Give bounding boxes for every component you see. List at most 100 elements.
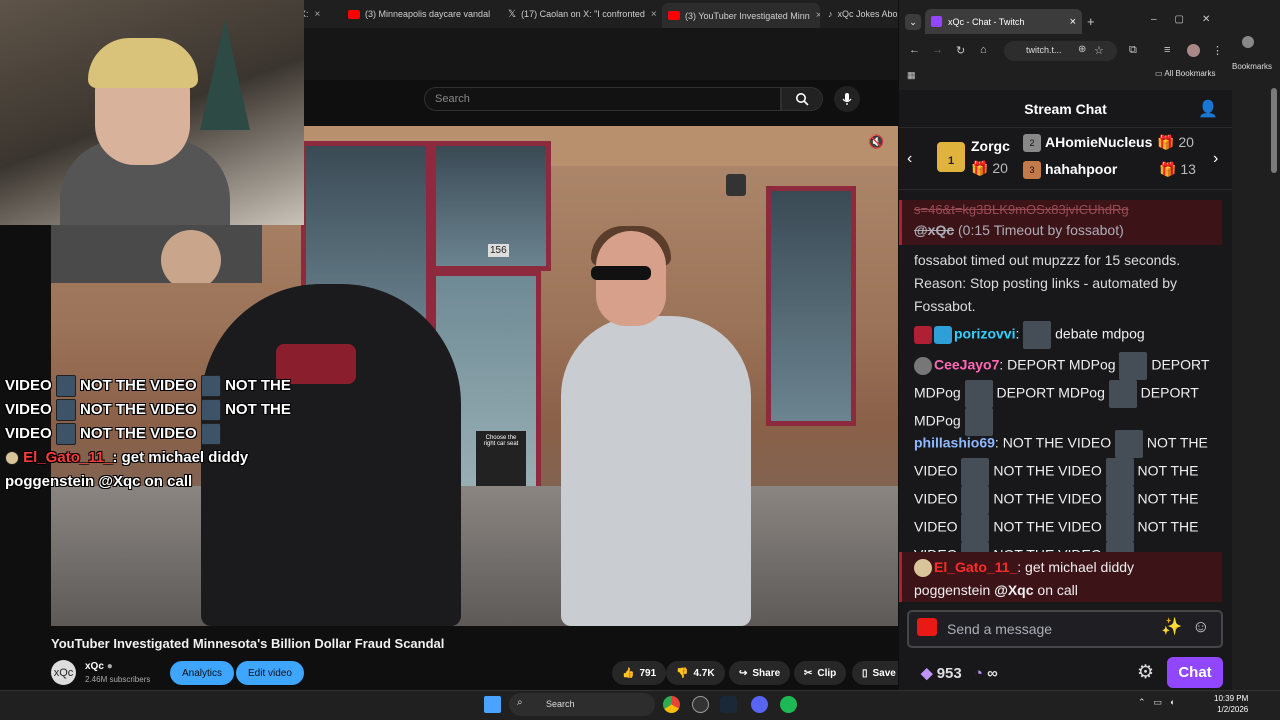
tab-search-icon[interactable]: ⌄ [905,14,921,30]
overlay-text: NOT THE [225,400,291,418]
overlay-username: El_Gato_11_ [23,449,113,466]
chat-message: phillashio69: NOT THE VIDEO NOT THE VIDE… [914,430,1214,570]
emote-icon [961,486,990,514]
rank-badge: 1 [937,142,965,172]
windows-start-icon[interactable] [484,696,501,713]
mention[interactable]: @Xqc [994,582,1033,598]
edit-video-button[interactable]: Edit video [236,661,304,685]
share-button[interactable]: ↪ Share [729,661,791,685]
profile-avatar[interactable] [1187,44,1200,57]
chrome-icon[interactable] [663,696,680,713]
taskbar-search[interactable]: Search [509,693,655,716]
save-button[interactable]: ▯ Save [852,661,898,685]
chat-send-button[interactable]: Chat [1167,657,1223,688]
browser-tab[interactable]: (3) Minneapolis daycare vandal × [348,4,496,24]
taskbar-search-label: Search [546,699,575,709]
search-input[interactable]: Search [424,87,781,111]
chat-text: NOT [1137,462,1167,479]
leader-name[interactable]: hahahpoor [1045,161,1117,177]
tab-close-icon[interactable]: × [315,9,321,20]
spotify-icon[interactable] [780,696,797,713]
tab-label: xQc Jokes About [837,9,899,19]
thumbs-up-icon: 👍 [622,667,635,679]
all-bookmarks[interactable]: ▭ All Bookmarks [1155,69,1215,78]
overlay-text: VIDEO [5,400,52,418]
overlay-text: NOT THE VIDEO [80,376,197,394]
chevron-right-icon[interactable]: › [1213,150,1218,168]
timeout-message: @xQc (0:15 Timeout by fossabot) [914,219,1214,242]
building-window [766,186,856,426]
channel-points[interactable]: ◆ 953 ◔ ∞ [921,664,998,682]
chat-username[interactable]: El_Gato_11_ [934,559,1017,575]
zoom-icon[interactable]: ⊕ [1078,44,1086,55]
channel-avatar[interactable]: xQc [51,660,76,685]
dislike-button[interactable]: 👎 4.7K [666,661,725,685]
sparkle-icon[interactable]: ✨ [1161,617,1192,636]
system-tray[interactable]: ⌃▭◐ [1138,697,1183,708]
new-tab-button[interactable]: + [1087,14,1095,29]
reload-icon[interactable]: ↻ [956,44,965,57]
page-scrollbar[interactable] [1271,88,1277,173]
browser-tab[interactable]: 𝕏 (17) Caolan on X: "I confronted × [508,4,658,24]
camera-icon[interactable] [917,618,937,636]
clock[interactable]: 10:39 PM 1/2/2026 [1214,693,1248,715]
emote-icon [961,514,990,542]
discord-icon[interactable] [751,696,768,713]
extensions-icon[interactable]: ⧉ [1129,44,1137,57]
emote-icon [200,375,221,397]
window-controls[interactable]: –▢✕ [1151,14,1228,25]
chevron-left-icon[interactable]: ‹ [907,150,912,168]
browser-tab[interactable]: X: × [300,4,340,24]
tab-close-icon[interactable]: × [1070,16,1076,28]
leader-name[interactable]: Zorgc [971,138,1010,154]
browser-tab[interactable]: ♪ xQc Jokes About [828,4,898,24]
home-icon[interactable]: ⌂ [980,44,987,56]
chat-scrollbar[interactable] [1224,200,1230,600]
microphone-icon [842,93,852,105]
steam-icon[interactable] [720,696,737,713]
like-button[interactable]: 👍 791 [612,661,667,685]
verified-icon: ● [106,661,113,672]
bookmark-star-icon[interactable]: ☆ [1094,44,1104,57]
emote-icon [961,458,990,486]
overlay-line: poggenstein @Xqc on call [5,473,193,490]
browser-tab-active[interactable]: (3) YouTuber Investigated Minn × [662,3,820,28]
analytics-button[interactable]: Analytics [170,661,235,685]
clip-button[interactable]: ✂ Clip [794,661,847,685]
browser-tab-active[interactable]: xQc - Chat - Twitch × [925,9,1082,34]
chat-username[interactable]: porizovvi [954,326,1015,342]
clock-time: 10:39 PM [1214,694,1249,703]
gift-leaderboard: ‹ 1 Zorgc 🎁 20 2 AHomieNucleus 🎁 20 3 ha… [899,128,1232,190]
door-number: 156 [488,244,509,257]
overlay-text: VIDEO [5,424,52,442]
emote-icon [1105,514,1134,542]
back-arrow-icon[interactable]: ← [909,44,920,56]
emote-icon [55,375,76,397]
overlay-text: NOT THE [225,376,291,394]
video-title: YouTuber Investigated Minnesota's Billio… [51,636,445,651]
apps-grid-icon[interactable]: ▦ [907,70,916,81]
forward-arrow-icon[interactable]: → [932,44,943,56]
reading-list-icon[interactable]: ≡ [1164,44,1170,56]
chat-text: debate mdpog [1055,325,1145,342]
obs-icon[interactable] [692,696,709,713]
mic-button[interactable] [834,86,860,112]
leader-name[interactable]: AHomieNucleus [1045,134,1152,150]
muted-speaker-icon[interactable]: 🔇 [868,134,884,150]
tab-label: xQc - Chat - Twitch [948,16,1025,27]
chat-username[interactable]: phillashio69 [914,435,995,451]
streamer-hair [88,38,198,88]
overlay-text: VIDEO [5,376,52,394]
channel-name[interactable]: xQc ● [85,661,113,672]
chat-username[interactable]: CeeJayo7 [934,357,999,373]
chat-text: DEPORT MDPog [996,384,1105,401]
gear-icon[interactable]: ⚙ [1137,661,1154,684]
tab-label: (3) YouTuber Investigated Minn [685,10,810,21]
search-button[interactable] [781,87,823,111]
tab-close-icon[interactable]: × [651,9,657,20]
emoji-icon[interactable]: ☺ [1192,617,1219,636]
gift-count: 13 [1180,161,1196,177]
tab-close-icon[interactable]: × [816,10,820,21]
users-list-icon[interactable]: 👤 [1198,99,1218,119]
menu-kebab-icon[interactable]: ⋮ [1212,44,1223,57]
